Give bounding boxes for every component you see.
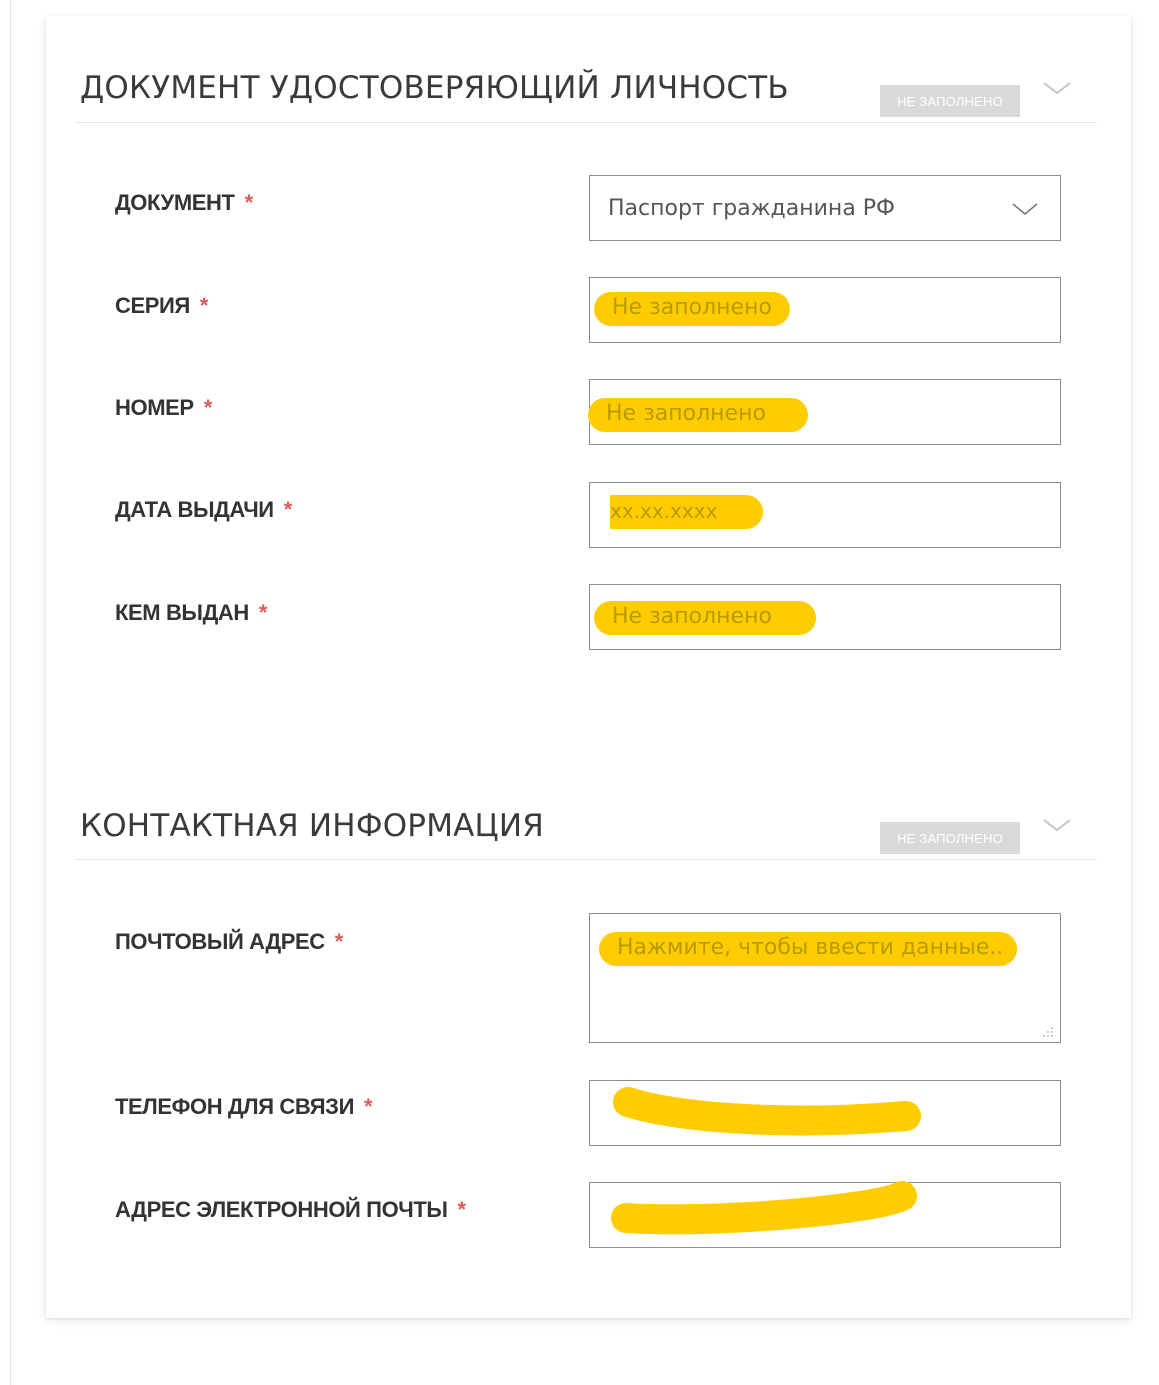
email-label: АДРЕС ЭЛЕКТРОННОЙ ПОЧТЫ * xyxy=(115,1197,467,1222)
postal-address-placeholder: Нажмите, чтобы ввести данные.. xyxy=(599,932,1018,966)
document-type-select[interactable]: Паспорт гражданина РФ xyxy=(589,175,1061,241)
section-title-identity-document: ДОКУМЕНТ УДОСТОВЕРЯЮЩИЙ ЛИЧНОСТЬ xyxy=(80,70,789,106)
required-marker: * xyxy=(244,190,254,215)
required-marker: * xyxy=(363,1094,373,1119)
number-placeholder: Не заполнено xyxy=(588,398,808,432)
chevron-down-icon[interactable] xyxy=(1042,817,1072,833)
redaction-scribble xyxy=(611,1181,917,1235)
postal-address-label: ПОЧТОВЫЙ АДРЕС * xyxy=(115,929,344,954)
postal-address-textarea[interactable]: Нажмите, чтобы ввести данные.. xyxy=(589,913,1061,1043)
required-marker: * xyxy=(199,293,209,318)
issued-by-input[interactable]: Не заполнено xyxy=(589,584,1061,650)
document-type-label: ДОКУМЕНТ * xyxy=(115,190,254,215)
issue-date-input[interactable]: xx.xx.xxxx xyxy=(589,482,1061,548)
issued-by-label: КЕМ ВЫДАН * xyxy=(115,600,268,625)
chevron-down-icon[interactable] xyxy=(1042,80,1072,96)
issued-by-placeholder: Не заполнено xyxy=(594,601,816,635)
resize-grip-icon[interactable] xyxy=(1042,1026,1054,1038)
issue-date-placeholder: xx.xx.xxxx xyxy=(610,495,764,529)
section-divider xyxy=(75,122,1097,123)
section-divider xyxy=(75,859,1097,860)
required-marker: * xyxy=(334,929,344,954)
page-left-border xyxy=(10,0,11,1385)
status-badge: НЕ ЗАПОЛНЕНО xyxy=(880,822,1020,854)
number-label: НОМЕР * xyxy=(115,395,213,420)
document-type-value: Паспорт гражданина РФ xyxy=(608,196,895,221)
number-input[interactable]: Не заполнено xyxy=(588,379,1061,445)
series-input[interactable]: Не заполнено xyxy=(589,277,1061,343)
redaction-scribble xyxy=(613,1087,921,1136)
issue-date-label: ДАТА ВЫДАЧИ * xyxy=(115,497,293,522)
section-title-contact-info: КОНТАКТНАЯ ИНФОРМАЦИЯ xyxy=(80,808,544,844)
phone-label: ТЕЛЕФОН ДЛЯ СВЯЗИ * xyxy=(115,1094,373,1119)
chevron-down-icon xyxy=(1012,203,1038,216)
required-marker: * xyxy=(457,1197,467,1222)
status-badge: НЕ ЗАПОЛНЕНО xyxy=(880,85,1020,117)
series-label: СЕРИЯ * xyxy=(115,293,209,318)
required-marker: * xyxy=(258,600,268,625)
series-placeholder: Не заполнено xyxy=(594,292,790,326)
required-marker: * xyxy=(283,497,293,522)
required-marker: * xyxy=(203,395,213,420)
